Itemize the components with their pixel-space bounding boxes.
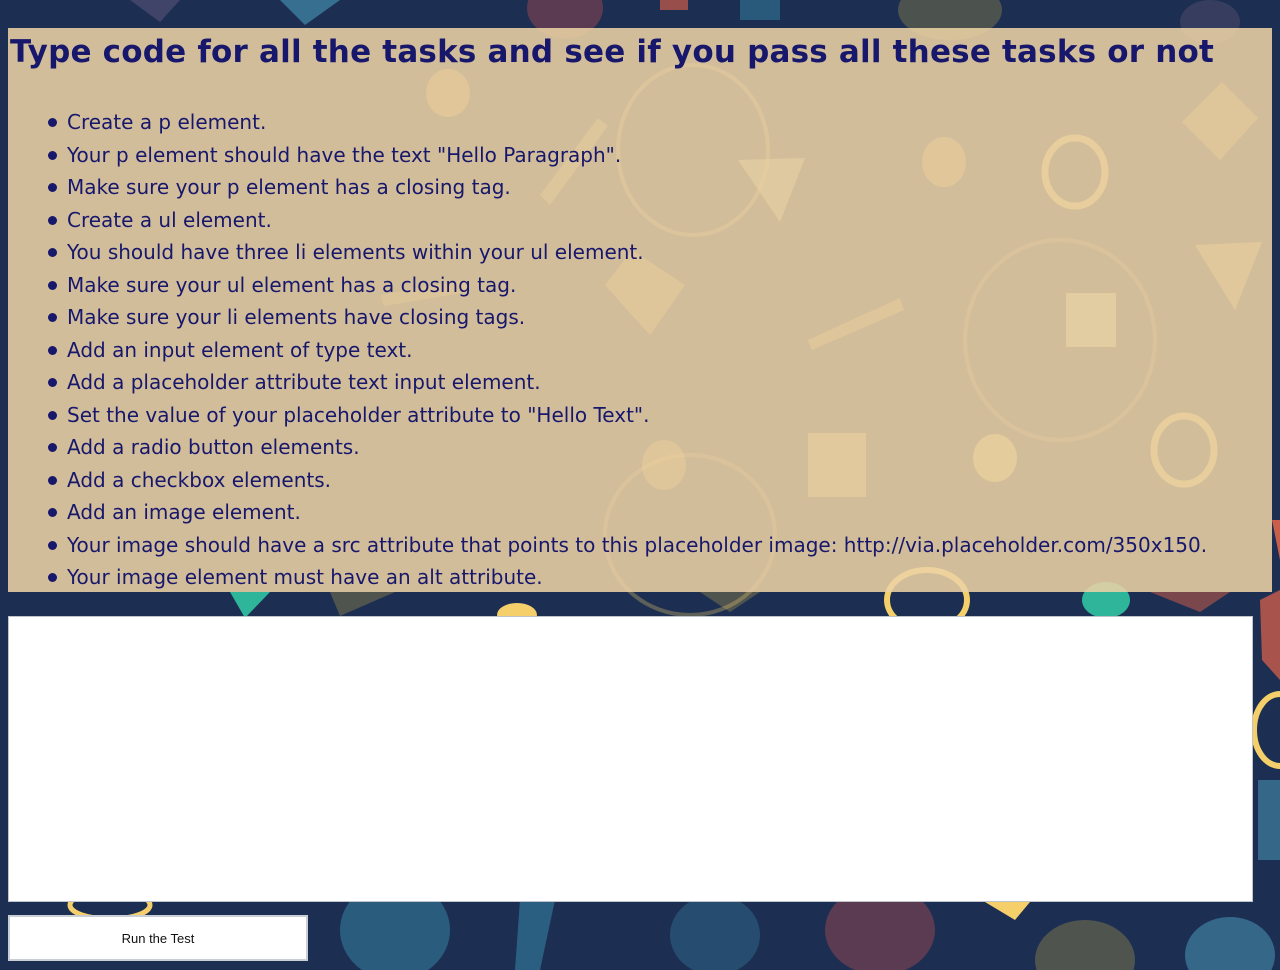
task-text: Add a checkbox elements. (67, 467, 332, 492)
task-item: Make sure your ul element has a closing … (48, 269, 1207, 302)
task-text: Make sure your li elements have closing … (67, 305, 526, 329)
task-item: Set the value of your placeholder attrib… (48, 399, 1207, 432)
bullet-icon (48, 540, 57, 550)
run-test-button[interactable]: Run the Test (8, 915, 308, 961)
bullet-icon (48, 215, 57, 225)
task-item: Create a p element. (48, 106, 1207, 139)
bullet-icon (48, 573, 57, 582)
bullet-icon (48, 508, 57, 517)
task-item: Your image should have a src attribute t… (48, 529, 1208, 562)
task-item: Add an image element. (48, 496, 1207, 529)
task-text: Make sure your ul element has a closing … (67, 272, 517, 297)
task-item: Add a radio button elements. (48, 431, 1207, 464)
task-text: Add a radio button elements. (67, 435, 360, 459)
bullet-icon (48, 410, 57, 420)
task-list: Create a p element. Your p element shoul… (8, 106, 1207, 592)
task-item: Make sure your li elements have closing … (48, 301, 1207, 334)
task-text: You should have three li elements within… (67, 240, 644, 264)
task-text: Add an input element of type text. (67, 337, 413, 362)
task-panel: Type code for all the tasks and see if y… (8, 28, 1272, 592)
bullet-icon (48, 313, 57, 322)
bullet-icon (48, 280, 57, 290)
task-text: Add an image element. (67, 500, 301, 524)
bullet-icon (48, 378, 57, 387)
task-text: Set the value of your placeholder attrib… (67, 402, 650, 427)
bullet-icon (48, 183, 57, 192)
task-item: Your image element must have an alt attr… (48, 561, 1207, 592)
task-item: Add a checkbox elements. (48, 464, 1207, 497)
task-text: Your image element must have an alt attr… (67, 565, 543, 589)
task-text: Create a p element. (67, 110, 267, 134)
bullet-icon (48, 475, 57, 485)
task-text: Make sure your p element has a closing t… (67, 175, 511, 199)
task-title: Type code for all the tasks and see if y… (10, 34, 1215, 70)
bullet-icon (48, 150, 57, 160)
task-text: Create a ul element. (67, 207, 272, 232)
task-item: Create a ul element. (48, 204, 1207, 237)
bullet-icon (48, 118, 57, 127)
code-editor[interactable] (8, 616, 1253, 902)
bullet-icon (48, 443, 57, 452)
task-item: You should have three li elements within… (48, 236, 1207, 269)
task-item: Your p element should have the text "Hel… (48, 139, 1207, 172)
task-item: Make sure your p element has a closing t… (48, 171, 1207, 204)
task-text: Add a placeholder attribute text input e… (67, 370, 541, 394)
bullet-icon (48, 248, 57, 257)
task-text: Your image should have a src attribute t… (67, 532, 1208, 557)
task-text: Your p element should have the text "Hel… (67, 142, 622, 167)
task-item: Add an input element of type text. (48, 334, 1207, 367)
bullet-icon (48, 345, 57, 355)
task-item: Add a placeholder attribute text input e… (48, 366, 1207, 399)
